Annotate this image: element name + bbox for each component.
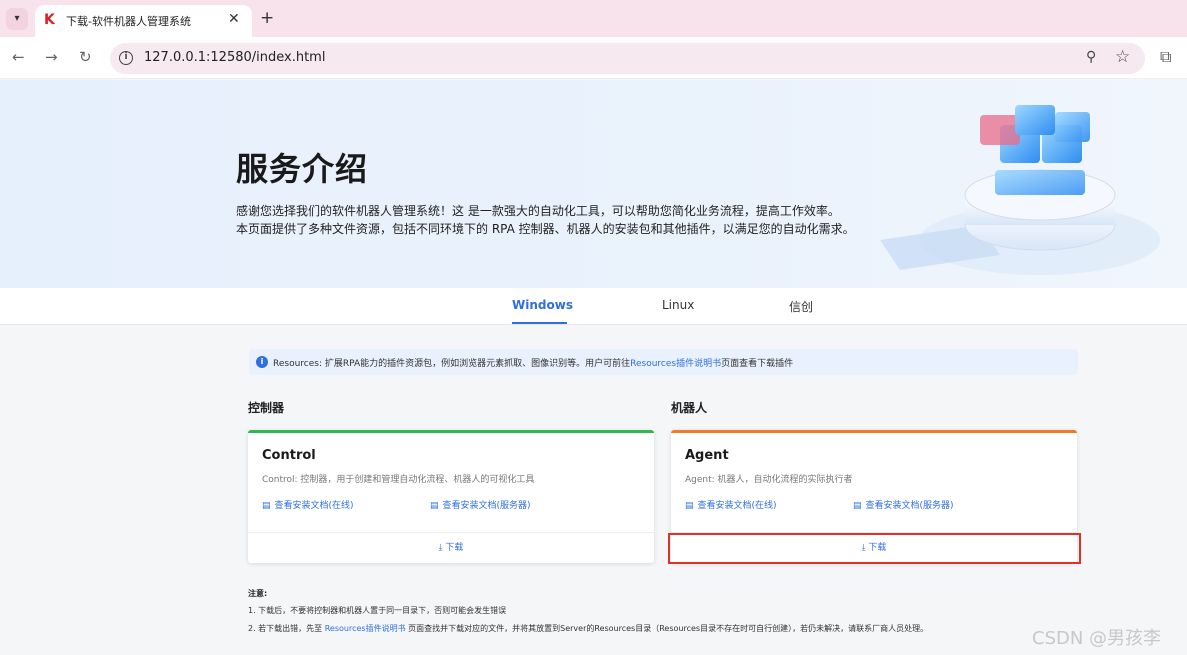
hero-desc-line2: 本页面提供了多种文件资源，包括不同环境下的 RPA 控制器、机器人的安装包和其他…: [236, 222, 855, 236]
browser-toolbar: ← → ↻ i 127.0.0.1:12580/index.html ⚲ ☆: [0, 37, 1187, 79]
tab-linux[interactable]: Linux: [662, 298, 694, 312]
notice-prefix: Resources: 扩展RPA能力的插件资源包，例如浏览器元素抓取、图像识别等…: [273, 359, 631, 369]
control-card-title: Control: [262, 448, 316, 463]
info-icon: i: [256, 356, 268, 368]
tab-title: 下载-软件机器人管理系统: [66, 15, 191, 28]
control-doc-server-label: 查看安装文档(服务器): [442, 501, 531, 511]
notes-line2-prefix: 2. 若下载出错，先至: [248, 624, 323, 633]
extensions-puzzle-icon[interactable]: ⧉: [1160, 47, 1171, 67]
hero-banner: 服务介绍 感谢您选择我们的软件机器人管理系统！这 是一款强大的自动化工具，可以帮…: [0, 80, 1187, 288]
zoom-icon[interactable]: ⚲: [1086, 49, 1096, 65]
agent-card-title: Agent: [685, 448, 729, 463]
control-doc-server-link[interactable]: ▤ 查看安装文档(服务器): [430, 498, 531, 511]
forward-arrow-icon[interactable]: →: [45, 47, 58, 67]
hero-description: 感谢您选择我们的软件机器人管理系统！这 是一款强大的自动化工具，可以帮助您简化业…: [236, 202, 855, 238]
csdn-watermark: CSDN @男孩李: [1032, 628, 1162, 649]
agent-card-accent-bar: [671, 430, 1077, 433]
agent-download-highlight: [668, 533, 1081, 564]
resources-manual-link[interactable]: Resources插件说明书: [630, 359, 721, 369]
active-tab-indicator: [512, 322, 567, 324]
back-arrow-icon[interactable]: ←: [12, 47, 25, 67]
notice-suffix: 页面查看下载插件: [721, 359, 794, 369]
site-info-icon[interactable]: i: [119, 51, 133, 65]
resources-notice: i Resources: 扩展RPA能力的插件资源包，例如浏览器元素抓取、图像识…: [249, 349, 1078, 375]
notes-line2-suffix: 页面查找并下载对应的文件，并将其放置到Server的Resources目录（Re…: [408, 624, 929, 633]
browser-tabstrip: ▾ K 下载-软件机器人管理系统 ✕ +: [0, 0, 1187, 37]
agent-doc-online-link[interactable]: ▤ 查看安装文档(在线): [685, 498, 777, 511]
page-title: 服务介绍: [236, 150, 369, 188]
tab-close-icon[interactable]: ✕: [228, 11, 240, 27]
new-tab-button[interactable]: +: [260, 8, 274, 28]
reload-icon[interactable]: ↻: [79, 47, 92, 67]
document-icon: ▤: [853, 501, 862, 511]
tab-windows[interactable]: Windows: [512, 298, 573, 312]
tab-favicon-icon: K: [44, 12, 55, 28]
notes-line-2: 2. 若下载出错，先至 Resources插件说明书 页面查找并下载对应的文件，…: [248, 623, 928, 634]
os-tab-bar: Windows Linux 信创: [0, 288, 1187, 325]
browser-tab[interactable]: K 下载-软件机器人管理系统 ✕: [35, 5, 252, 37]
url-text[interactable]: 127.0.0.1:12580/index.html: [144, 50, 325, 65]
section-title-control: 控制器: [248, 401, 285, 415]
document-icon: ▤: [262, 501, 271, 511]
control-card-description: Control: 控制器，用于创建和管理自动化流程、机器人的可视化工具: [262, 475, 535, 485]
agent-doc-server-link[interactable]: ▤ 查看安装文档(服务器): [853, 498, 954, 511]
control-download-label: 下载: [445, 543, 464, 553]
agent-doc-online-label: 查看安装文档(在线): [697, 501, 777, 511]
control-card-accent-bar: [248, 430, 654, 433]
tab-search-chevron-icon[interactable]: ▾: [6, 8, 28, 30]
document-icon: ▤: [685, 501, 694, 511]
section-title-agent: 机器人: [671, 401, 708, 415]
hero-illustration: [880, 105, 1160, 275]
control-doc-online-link[interactable]: ▤ 查看安装文档(在线): [262, 498, 354, 511]
notes-title: 注意:: [248, 589, 268, 598]
card-divider: [248, 532, 654, 533]
notice-text: Resources: 扩展RPA能力的插件资源包，例如浏览器元素抓取、图像识别等…: [273, 356, 793, 369]
hero-desc-line1: 感谢您选择我们的软件机器人管理系统！这 是一款强大的自动化工具，可以帮助您简化业…: [236, 204, 840, 218]
document-icon: ▤: [430, 501, 439, 511]
tab-xinchuang[interactable]: 信创: [789, 298, 813, 315]
bookmark-star-icon[interactable]: ☆: [1115, 47, 1130, 67]
control-doc-online-label: 查看安装文档(在线): [274, 501, 354, 511]
control-download-button[interactable]: ⤓ 下载: [248, 534, 654, 563]
address-bar[interactable]: i 127.0.0.1:12580/index.html ⚲ ☆: [110, 43, 1145, 74]
control-card: Control Control: 控制器，用于创建和管理自动化流程、机器人的可视…: [248, 430, 654, 563]
agent-card-description: Agent: 机器人，自动化流程的实际执行者: [685, 475, 853, 485]
agent-doc-server-label: 查看安装文档(服务器): [865, 501, 954, 511]
notes-resources-link[interactable]: Resources插件说明书: [325, 624, 406, 633]
notes-line-1: 1. 下载后，不要将控制器和机器人置于同一目录下，否则可能会发生错误: [248, 606, 507, 615]
